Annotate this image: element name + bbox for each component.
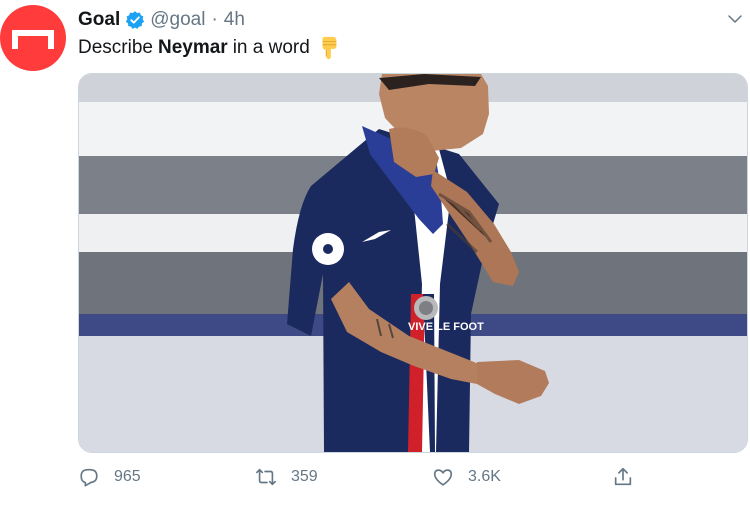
retweet-icon xyxy=(256,468,276,486)
retweet-count: 359 xyxy=(291,468,318,485)
chevron-down-icon[interactable] xyxy=(726,10,744,28)
like-button[interactable]: 3.6K xyxy=(432,462,501,492)
share-button[interactable] xyxy=(612,462,648,492)
reply-icon xyxy=(80,468,98,487)
tweet-time[interactable]: 4h xyxy=(224,9,245,31)
like-count: 3.6K xyxy=(468,468,501,485)
tweet-text: Describe Neymar in a word xyxy=(78,36,340,60)
reply-count: 965 xyxy=(114,468,141,485)
tweet-actions: 965 359 3.6K xyxy=(78,462,746,492)
retweet-button[interactable]: 359 xyxy=(255,462,318,492)
share-icon xyxy=(614,467,632,486)
author-handle[interactable]: @goal xyxy=(150,9,205,31)
tweet-text-bold: Neymar xyxy=(157,37,228,58)
tweet-text-start: Describe xyxy=(78,37,153,58)
tweet-text-end: in a word xyxy=(232,37,310,58)
separator-dot: · xyxy=(211,9,218,30)
reply-button[interactable]: 965 xyxy=(78,462,141,492)
tweet-card[interactable]: Goal @goal · 4h Describe Neymar in a wor… xyxy=(0,0,750,508)
jersey-text: VIVE LE FOOT xyxy=(408,321,484,333)
verified-badge-icon xyxy=(126,11,145,29)
avatar[interactable] xyxy=(0,5,66,71)
neymar-photo: VIVE LE FOOT xyxy=(79,74,747,452)
like-icon xyxy=(433,469,453,486)
author-name[interactable]: Goal xyxy=(78,9,120,31)
goal-logo-icon xyxy=(12,30,54,49)
tweet-photo[interactable]: VIVE LE FOOT xyxy=(78,73,748,453)
tweet-header: Goal @goal · 4h xyxy=(78,8,245,32)
pointing-down-emoji-icon xyxy=(322,36,337,60)
